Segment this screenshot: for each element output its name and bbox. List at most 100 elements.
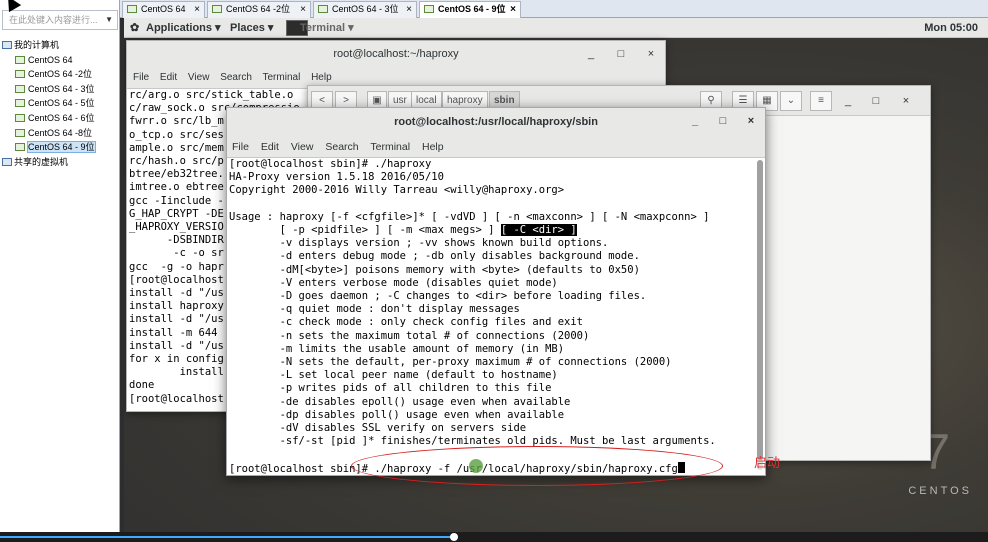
shared-folder-icon (2, 157, 12, 166)
terminal-line: -v displays version ; -vv shows known bu… (229, 237, 609, 250)
terminal-line: Copyright 2000-2016 Willy Tarreau <willy… (229, 184, 565, 197)
tab-vm[interactable]: CentOS 64 -2位 × (207, 1, 311, 18)
vm-icon (318, 5, 328, 13)
menu-terminal[interactable]: Terminal (263, 72, 301, 83)
tree-node-vm[interactable]: CentOS 64 (2, 53, 118, 68)
terminal-line: -dp disables poll() usage even when avai… (229, 408, 565, 421)
terminal-app-menu[interactable]: Terminal ▾ (300, 18, 354, 38)
menu-edit[interactable]: Edit (160, 72, 177, 83)
tree-node-vm[interactable]: CentOS 64 - 3位 (2, 82, 118, 97)
tab-vm[interactable]: CentOS 64 × (122, 1, 205, 18)
pointer-highlight (469, 459, 483, 473)
vm-tab-bar: CentOS 64 × CentOS 64 -2位 × CentOS 64 - … (120, 0, 988, 18)
terminal-line: -c check mode : only check config files … (229, 316, 584, 329)
tree-node-label: CentOS 64 -2位 (28, 69, 93, 80)
tab-label: CentOS 64 -2位 (226, 4, 291, 14)
vm-icon (15, 99, 25, 108)
tree-node-vm[interactable]: CentOS 64 - 5位 (2, 96, 118, 111)
vm-icon (127, 5, 137, 13)
menu-file[interactable]: File (232, 141, 249, 153)
tab-label: CentOS 64 (141, 4, 186, 14)
menu-icon[interactable]: ≡ (810, 91, 832, 111)
close-button[interactable]: × (741, 108, 761, 134)
terminal-line: -dV disables SSL verify on servers side (229, 422, 527, 435)
close-icon[interactable]: × (406, 2, 412, 17)
tree-node-vm[interactable]: CentOS 64 - 6位 (2, 111, 118, 126)
terminal-line: -D goes daemon ; -C changes to <dir> bef… (229, 290, 647, 303)
close-icon[interactable]: × (510, 2, 516, 17)
terminal-line: -p writes pids of all children to this f… (229, 382, 552, 395)
close-icon[interactable]: × (194, 2, 200, 17)
tree-node-label: 共享的虚拟机 (14, 156, 69, 167)
terminal-line: [root@localhost sbin]# ./haproxy (229, 158, 432, 170)
terminal-line: [ -p <pidfile> ] [ -m <max megs> ] [ -C … (229, 224, 757, 237)
maximize-button[interactable]: □ (866, 86, 886, 116)
places-menu[interactable]: Places ▾ (230, 18, 273, 38)
window-titlebar[interactable]: root@localhost:/usr/local/haproxy/sbin _… (227, 108, 765, 136)
minimize-button[interactable]: _ (838, 86, 858, 116)
tab-vm-active[interactable]: CentOS 64 - 9位 × (419, 1, 521, 18)
progress-knob[interactable] (450, 533, 459, 541)
terminal-output[interactable]: [root@localhost sbin]# ./haproxy HA-Proxy… (227, 158, 757, 476)
menu-terminal[interactable]: Terminal (370, 141, 410, 153)
minimize-button[interactable]: _ (581, 41, 601, 67)
menu-edit[interactable]: Edit (261, 141, 279, 153)
progress-fill (0, 536, 455, 538)
usage-line-prefix: [ -p <pidfile> ] [ -m <max megs> ] (229, 224, 501, 237)
maximize-button[interactable]: □ (713, 108, 733, 134)
library-search-input[interactable]: 在此处键入内容进行... ▼ (2, 10, 118, 30)
tree-node-vm[interactable]: CentOS 64 -8位 (2, 126, 118, 141)
library-search-placeholder: 在此处键入内容进行... (9, 15, 98, 25)
applications-icon: ✿ (130, 22, 140, 34)
scrollbar-thumb[interactable] (757, 160, 763, 460)
menu-search[interactable]: Search (325, 141, 358, 153)
terminal-line: -L set local peer name (default to hostn… (229, 369, 558, 382)
terminal-line: -N sets the default, per-proxy maximum #… (229, 356, 672, 369)
foreground-terminal-window[interactable]: root@localhost:/usr/local/haproxy/sbin _… (226, 107, 766, 476)
playback-progress-bar[interactable] (0, 532, 988, 542)
vm-icon (15, 143, 25, 152)
minimize-button[interactable]: _ (685, 108, 705, 134)
window-title: root@localhost:~/haproxy (333, 48, 459, 60)
terminal-line: HA-Proxy version 1.5.18 2016/05/10 (229, 171, 444, 184)
menu-search[interactable]: Search (220, 72, 252, 83)
menu-help[interactable]: Help (311, 72, 332, 83)
chevron-down-icon[interactable]: ▼ (105, 11, 113, 29)
annotation-label: 启动 (754, 455, 781, 470)
window-titlebar[interactable]: root@localhost:~/haproxy _ □ × (127, 41, 665, 67)
vm-icon (424, 5, 434, 13)
tree-node-my-computer[interactable]: 我的计算机 (2, 38, 118, 53)
vm-tree: 我的计算机 CentOS 64 CentOS 64 -2位 CentOS 64 … (2, 38, 118, 169)
scrollbar[interactable] (757, 160, 763, 470)
vm-icon (15, 55, 25, 64)
tree-node-label: CentOS 64 -8位 (28, 127, 93, 138)
terminal-line: -de disables epoll() usage even when ava… (229, 395, 571, 408)
menu-view[interactable]: View (291, 141, 314, 153)
menu-help[interactable]: Help (422, 141, 444, 153)
tab-vm[interactable]: CentOS 64 - 3位 × (313, 1, 417, 18)
menu-bar: File Edit View Search Terminal Help (227, 136, 765, 158)
terminal-line: -n sets the maximum total # of connectio… (229, 329, 590, 342)
terminal-line: -V enters verbose mode (disables quiet m… (229, 276, 558, 289)
tree-node-label: CentOS 64 - 5位 (28, 98, 95, 109)
terminal-line: -q quiet mode : don't display messages (229, 303, 520, 316)
close-button[interactable]: × (896, 86, 916, 116)
applications-menu[interactable]: Applications ▾ (146, 18, 221, 38)
vm-icon (15, 70, 25, 79)
tree-node-label: 我的计算机 (14, 40, 60, 50)
tree-node-label: CentOS 64 (28, 54, 73, 65)
chevron-down-icon[interactable]: ⌄ (780, 91, 802, 111)
terminal-line: -d enters debug mode ; -db only disables… (229, 250, 640, 263)
maximize-button[interactable]: □ (611, 41, 631, 67)
tree-node-shared-vms[interactable]: 共享的虚拟机 (2, 155, 118, 170)
menu-view[interactable]: View (188, 72, 210, 83)
tree-node-vm-selected[interactable]: CentOS 64 - 9位 (2, 140, 118, 155)
clock[interactable]: Mon 05:00 (924, 18, 978, 38)
gnome-top-bar: ✿ Applications ▾ Places ▾ Terminal ▾ Mon… (124, 18, 988, 38)
menu-file[interactable]: File (133, 72, 149, 83)
close-button[interactable]: × (641, 41, 661, 67)
tree-node-vm[interactable]: CentOS 64 -2位 (2, 67, 118, 82)
close-icon[interactable]: × (300, 2, 306, 17)
annotation-ellipse (351, 446, 723, 486)
terminal-line: -dM[<byte>] poisons memory with <byte> (… (229, 263, 640, 276)
